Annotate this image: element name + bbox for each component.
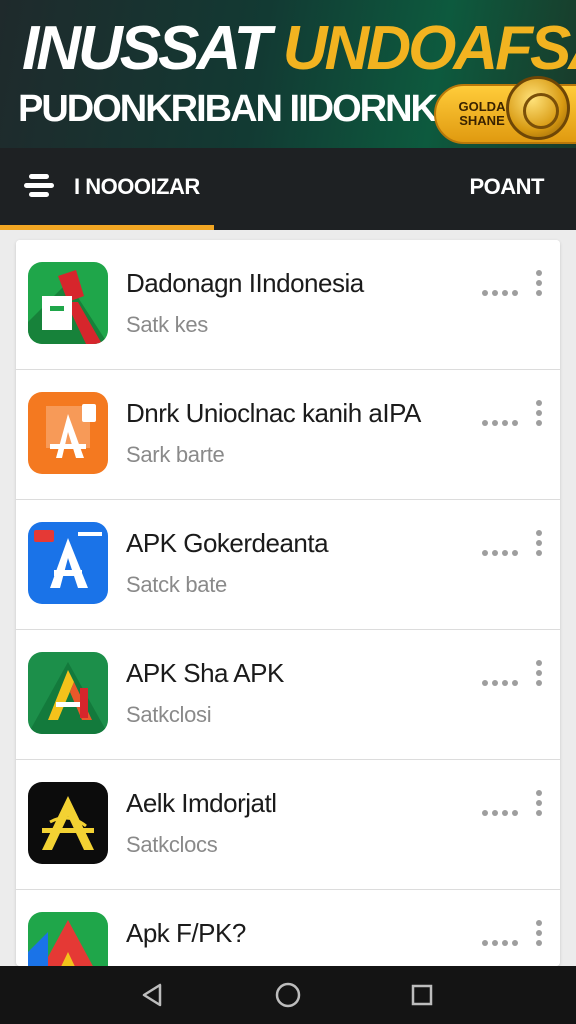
app-title: APK Sha APK <box>126 658 284 688</box>
blue-apk-icon <box>28 522 108 604</box>
app-title: Dnrk Unioclnac kanih aIPA <box>126 398 421 428</box>
recents-icon[interactable] <box>382 966 462 1024</box>
more-dots-icon[interactable] <box>482 548 520 558</box>
app-subtitle: Satkclocs <box>126 832 218 857</box>
black-gold-apk-icon <box>28 782 108 864</box>
list-item[interactable]: APK Sha APK Satkclosi <box>16 630 560 760</box>
green-orange-apk-icon <box>28 652 108 734</box>
kebab-menu-icon[interactable] <box>534 790 544 820</box>
more-dots-icon[interactable] <box>482 288 520 298</box>
system-navigation-bar <box>0 966 576 1024</box>
app-title: Aelk Imdorjatl <box>126 788 277 818</box>
banner-headline-word1: INUSSAT <box>22 14 272 83</box>
coin-icon <box>506 76 570 140</box>
more-dots-icon[interactable] <box>482 418 520 428</box>
toolbar-action-button[interactable]: POANT <box>470 174 545 200</box>
kebab-menu-icon[interactable] <box>534 270 544 300</box>
orange-apk-icon <box>28 392 108 474</box>
badge-text: GOLDA SHANE <box>458 99 506 128</box>
app-title: APK Gokerdeanta <box>126 528 329 558</box>
list-item[interactable]: Dnrk Unioclnac kanih aIPA Sark barte <box>16 370 560 500</box>
green-red-apk-icon <box>28 262 108 344</box>
app-subtitle: Satkclosi <box>126 702 212 727</box>
banner-subline: PUDONKRIBAN IIDORNKAB <box>18 88 489 130</box>
app-title: Dadonagn IIndonesia <box>126 268 364 298</box>
more-dots-icon[interactable] <box>482 678 520 688</box>
promo-banner[interactable]: INUSSAT UNDOAFSAN PUDONKRIBAN IIDORNKAB … <box>0 0 576 148</box>
app-subtitle: Sark barte <box>126 442 225 467</box>
home-icon[interactable] <box>248 966 328 1024</box>
active-tab-indicator <box>0 225 214 230</box>
banner-headline: INUSSAT UNDOAFSAN <box>22 18 576 80</box>
multicolor-apk-icon <box>28 912 108 966</box>
list-item[interactable]: APK Gokerdeanta Satck bate <box>16 500 560 630</box>
list-item[interactable]: Aelk Imdorjatl Satkclocs <box>16 760 560 890</box>
more-dots-icon[interactable] <box>482 938 520 948</box>
app-subtitle: Satck bate <box>126 572 227 597</box>
app-subtitle: Satk kes <box>126 312 208 337</box>
kebab-menu-icon[interactable] <box>534 920 544 950</box>
banner-headline-word2: UNDOAFSAN <box>282 14 576 83</box>
kebab-menu-icon[interactable] <box>534 400 544 430</box>
back-icon[interactable] <box>112 966 192 1024</box>
app-title: Apk F/PK? <box>126 918 246 948</box>
list-item[interactable]: Dadonagn IIndonesia Satk kes <box>16 240 560 370</box>
app-toolbar: I NOOOIZAR POANT <box>0 148 576 230</box>
kebab-menu-icon[interactable] <box>534 660 544 690</box>
menu-icon[interactable] <box>24 174 54 200</box>
kebab-menu-icon[interactable] <box>534 530 544 560</box>
app-list: Dadonagn IIndonesia Satk kes Dnrk Uniocl… <box>16 240 560 966</box>
list-item[interactable]: Apk F/PK? <box>16 890 560 966</box>
toolbar-title[interactable]: I NOOOIZAR <box>74 174 200 200</box>
more-dots-icon[interactable] <box>482 808 520 818</box>
